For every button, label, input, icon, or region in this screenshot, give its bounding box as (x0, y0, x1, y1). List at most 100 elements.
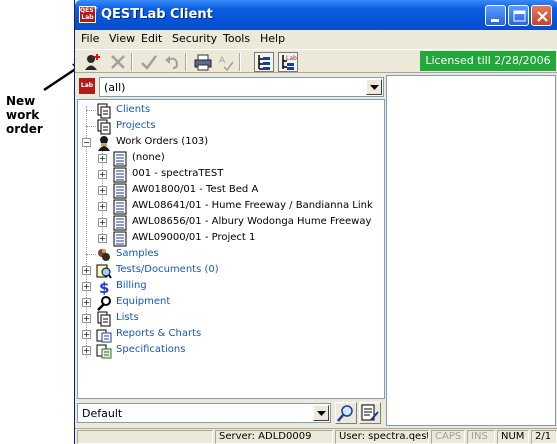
tree-view-button[interactable] (254, 52, 274, 72)
menu-bar: File View Edit Security Tools Help (75, 30, 557, 48)
tree-node-samples[interactable]: Samples (96, 247, 296, 263)
svg-text:$: $ (99, 279, 109, 295)
tree-node-projects[interactable]: Projects (96, 119, 296, 135)
navigation-tree: Clients Projects − Work Orders (103) + (… (77, 99, 385, 399)
tree-node-label: Projects (116, 120, 156, 131)
work-order-label: AWL09000/01 - Project 1 (132, 232, 256, 243)
expand-icon[interactable]: + (82, 282, 91, 291)
tree-node-label: Equipment (116, 296, 171, 307)
report-chart-icon (96, 329, 112, 343)
document-lines-icon (113, 199, 127, 215)
spell-button[interactable]: A (216, 52, 236, 72)
filter-dropdown[interactable]: Default (77, 403, 331, 423)
tree-connector (86, 126, 96, 127)
content-pane (386, 75, 556, 426)
status-ins: INS (467, 430, 495, 444)
status-panel-empty (77, 430, 213, 444)
tree-node-tests-documents[interactable]: Tests/Documents (0) (96, 263, 316, 279)
work-order-label: AWL08641/01 - Hume Freeway / Bandianna L… (132, 200, 373, 211)
document-stack-icon (97, 311, 111, 327)
tree-node-reports-charts[interactable]: Reports & Charts (96, 327, 296, 343)
menu-edit[interactable]: Edit (141, 32, 162, 45)
navigator-pane: Lab (all) Clients Projects − Work Orders… (77, 75, 385, 426)
tree-node-work-orders[interactable]: Work Orders (103) (96, 135, 316, 151)
work-order-item[interactable]: AWL08641/01 - Hume Freeway / Bandianna L… (112, 199, 382, 215)
work-order-item[interactable]: AW01800/01 - Test Bed A (112, 183, 372, 199)
work-order-label: AWL08656/01 - Albury Wodonga Hume Freewa… (132, 216, 372, 227)
tree-node-label: Reports & Charts (116, 328, 202, 339)
minimize-button[interactable] (485, 5, 506, 26)
close-button[interactable] (531, 5, 552, 26)
print-button[interactable] (193, 52, 213, 72)
toolbar-separator (185, 53, 187, 71)
tree-node-specifications[interactable]: Specifications (96, 343, 296, 359)
status-user: User: spectra.qest (335, 430, 429, 444)
lab-selector-value: (all) (104, 81, 126, 94)
work-order-item[interactable]: (none) (112, 151, 372, 167)
tree-node-label: Billing (116, 280, 147, 291)
expand-icon[interactable]: + (82, 266, 91, 275)
lab-selector-arrow[interactable] (366, 79, 382, 95)
menu-tools[interactable]: Tools (223, 32, 250, 45)
document-lines-icon (113, 183, 127, 199)
tree-node-equipment[interactable]: Equipment (96, 295, 296, 311)
status-caps: CAPS (431, 430, 465, 444)
maximize-button[interactable] (508, 5, 529, 26)
title-bar[interactable]: QEST Lab QESTLab Client (75, 0, 557, 30)
tree-node-billing[interactable]: $ Billing (96, 279, 296, 295)
document-stack-icon (97, 103, 111, 119)
expand-icon[interactable]: + (82, 298, 91, 307)
work-order-item[interactable]: 001 - spectraTEST (112, 167, 372, 183)
tree-connector (86, 254, 96, 255)
status-num: NUM (497, 430, 529, 444)
specifications-icon (96, 344, 112, 359)
expand-icon[interactable]: + (82, 330, 91, 339)
lab-tree-button[interactable]: Lab (278, 52, 298, 72)
check-button[interactable] (139, 52, 159, 72)
license-status: Licensed till 2/28/2006 (420, 51, 556, 71)
expand-icon[interactable]: + (98, 202, 107, 211)
document-lines-icon (113, 231, 127, 247)
expand-icon[interactable]: + (82, 314, 91, 323)
search-button[interactable] (335, 402, 357, 424)
lab-selector-dropdown[interactable]: (all) (99, 77, 384, 97)
dollar-icon: $ (99, 279, 109, 295)
tree-node-clients[interactable]: Clients (96, 103, 296, 119)
collapse-work-orders-icon[interactable]: − (82, 138, 91, 147)
maximize-icon (513, 10, 526, 22)
work-order-label: AW01800/01 - Test Bed A (132, 184, 259, 195)
new-work-order-button[interactable] (83, 52, 103, 72)
annotation-label: New work order (6, 94, 43, 136)
document-lines-icon (113, 167, 127, 183)
expand-icon[interactable]: + (98, 186, 107, 195)
toolbar-separator (131, 53, 133, 71)
wrench-icon (97, 296, 111, 311)
filter-dropdown-arrow[interactable] (313, 405, 329, 421)
menu-view[interactable]: View (109, 32, 135, 45)
lab-badge-icon: Lab (79, 78, 95, 94)
work-order-item[interactable]: AWL09000/01 - Project 1 (112, 231, 372, 247)
toolbar: A Lab Licensed till 2/28/2006 (75, 49, 557, 73)
work-order-label: 001 - spectraTEST (132, 168, 224, 179)
delete-button[interactable] (108, 52, 128, 72)
expand-icon[interactable]: + (98, 234, 107, 243)
expand-icon[interactable]: + (98, 218, 107, 227)
menu-help[interactable]: Help (260, 32, 285, 45)
tree-connector (86, 110, 96, 111)
expand-icon[interactable]: + (98, 154, 107, 163)
work-order-person-icon (98, 136, 110, 151)
undo-button[interactable] (162, 52, 182, 72)
tree-node-lists[interactable]: Lists (96, 311, 296, 327)
tree-node-label: Clients (116, 104, 151, 115)
tests-search-icon (96, 264, 112, 279)
tree-node-label: Specifications (116, 344, 186, 355)
new-work-order-icon (85, 54, 100, 70)
chevron-down-icon (370, 85, 379, 90)
expand-icon[interactable]: + (82, 346, 91, 355)
svg-text:A: A (219, 56, 226, 66)
edit-filter-button[interactable] (359, 402, 381, 424)
menu-security[interactable]: Security (172, 32, 217, 45)
menu-file[interactable]: File (81, 32, 99, 45)
expand-icon[interactable]: + (98, 170, 107, 179)
work-order-item[interactable]: AWL08656/01 - Albury Wodonga Hume Freewa… (112, 215, 382, 231)
